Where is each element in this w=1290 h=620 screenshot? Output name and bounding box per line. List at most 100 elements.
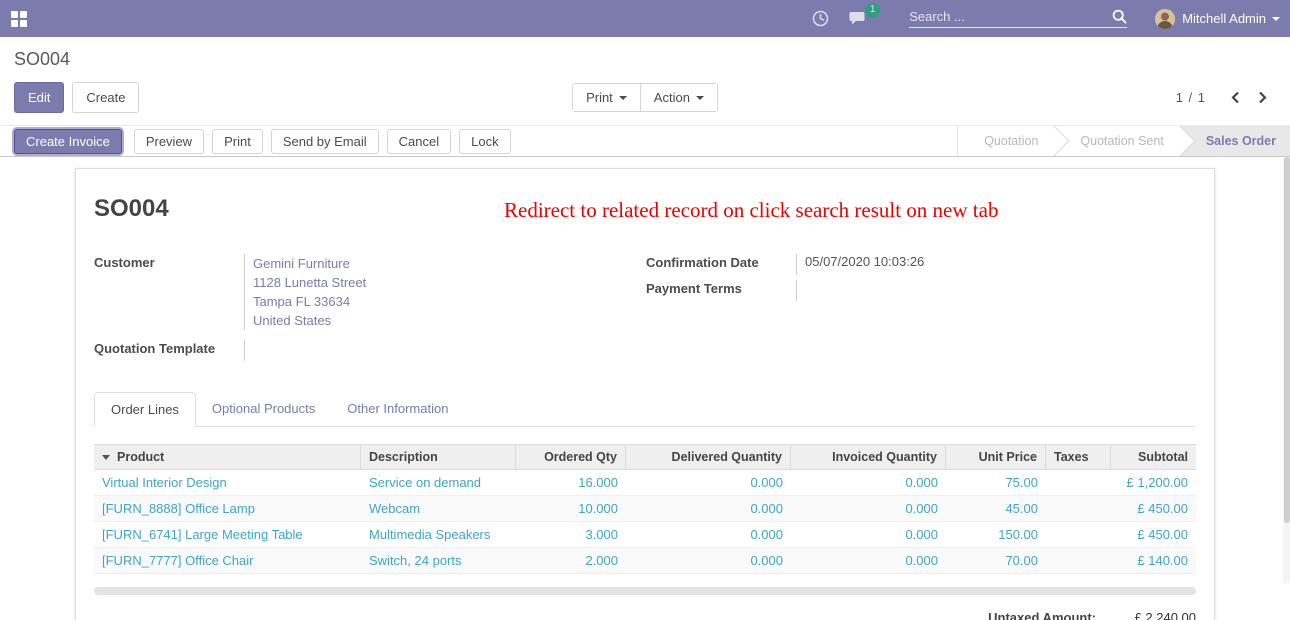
column-header-taxes[interactable]: Taxes <box>1046 445 1111 469</box>
action-dropdown[interactable]: Action <box>640 84 717 111</box>
chevron-down-icon <box>619 96 627 100</box>
untaxed-amount-label: Untaxed Amount: <box>988 610 1096 620</box>
column-header-ordered-qty[interactable]: Ordered Qty <box>516 445 626 469</box>
activities-clock-icon[interactable] <box>812 10 829 27</box>
sort-caret-icon <box>102 455 110 460</box>
breadcrumb: SO004 <box>14 49 1276 70</box>
payment-terms-label: Payment Terms <box>646 280 796 301</box>
table-row[interactable]: [FURN_8888] Office Lamp Webcam 10.000 0.… <box>94 496 1196 522</box>
field-groups: Customer Gemini Furniture 1128 Lunetta S… <box>94 254 1196 366</box>
scrollbar-thumb[interactable] <box>1284 157 1290 523</box>
control-panel: SO004 Edit Create Print Action 1 / 1 <box>0 37 1290 113</box>
action-dropdowns: Print Action <box>572 83 718 112</box>
cell-delivered-quantity: 0.000 <box>626 522 791 547</box>
control-panel-buttons: Edit Create Print Action 1 / 1 <box>14 82 1276 113</box>
cell-invoiced-quantity: 0.000 <box>791 548 946 573</box>
confirmation-date-value[interactable]: 05/07/2020 10:03:26 <box>796 254 1196 275</box>
status-step-quotation[interactable]: Quotation <box>957 126 1054 156</box>
table-row[interactable]: Virtual Interior Design Service on deman… <box>94 470 1196 496</box>
cell-delivered-quantity: 0.000 <box>626 548 791 573</box>
user-name: Mitchell Admin <box>1182 11 1266 26</box>
messages-count-badge: 1 <box>865 3 880 18</box>
cancel-button[interactable]: Cancel <box>387 129 451 154</box>
status-steps: Quotation Quotation Sent Sales Order <box>957 126 1290 156</box>
column-header-unit-price[interactable]: Unit Price <box>946 445 1046 469</box>
cell-product: [FURN_8888] Office Lamp <box>94 496 361 521</box>
pager-previous-icon[interactable] <box>1222 87 1249 108</box>
column-header-description[interactable]: Description <box>361 445 516 469</box>
table-row[interactable]: [FURN_7777] Office Chair Switch, 24 port… <box>94 548 1196 574</box>
quotation-template-value[interactable] <box>244 340 646 361</box>
user-menu[interactable]: Mitchell Admin <box>1155 9 1280 29</box>
status-step-sales-order[interactable]: Sales Order <box>1180 126 1290 156</box>
cell-invoiced-quantity: 0.000 <box>791 496 946 521</box>
cell-product: Virtual Interior Design <box>94 470 361 495</box>
cell-subtotal: £ 1,200.00 <box>1111 470 1196 495</box>
cell-description: Switch, 24 ports <box>361 548 516 573</box>
chevron-down-icon <box>1272 17 1280 21</box>
customer-value[interactable]: Gemini Furniture 1128 Lunetta Street Tam… <box>244 254 646 330</box>
apps-menu-icon[interactable] <box>11 11 27 27</box>
sales-order-sheet: SO004 Redirect to related record on clic… <box>75 168 1215 620</box>
cell-unit-price: 75.00 <box>946 470 1046 495</box>
column-header-invoiced-quantity[interactable]: Invoiced Quantity <box>791 445 946 469</box>
user-avatar <box>1155 9 1175 29</box>
cell-taxes <box>1046 548 1111 573</box>
cell-product: [FURN_6741] Large Meeting Table <box>94 522 361 547</box>
table-header: Product Description Ordered Qty Delivere… <box>94 444 1196 470</box>
payment-terms-value[interactable] <box>796 280 1196 301</box>
customer-label: Customer <box>94 254 244 330</box>
chevron-down-icon <box>696 96 704 100</box>
cell-delivered-quantity: 0.000 <box>626 470 791 495</box>
print-button[interactable]: Print <box>212 129 263 154</box>
odoo-app-window: 1 Mitchell Admin SO004 Edit Create Print <box>0 0 1290 620</box>
form-view-content: SO004 Redirect to related record on clic… <box>0 157 1290 583</box>
status-step-quotation-sent[interactable]: Quotation Sent <box>1054 126 1179 156</box>
tab-other-information[interactable]: Other Information <box>331 392 464 427</box>
cell-subtotal: £ 140.00 <box>1111 548 1196 573</box>
statusbar: Create Invoice Preview Print Send by Ema… <box>0 125 1290 157</box>
send-by-email-button[interactable]: Send by Email <box>271 129 379 154</box>
create-invoice-button[interactable]: Create Invoice <box>14 129 122 154</box>
cell-delivered-quantity: 0.000 <box>626 496 791 521</box>
search-icon[interactable] <box>1112 9 1127 24</box>
quotation-template-label: Quotation Template <box>94 340 244 361</box>
search-input[interactable] <box>909 9 1112 24</box>
cell-unit-price: 70.00 <box>946 548 1046 573</box>
tab-order-lines[interactable]: Order Lines <box>94 392 196 427</box>
notebook-tabs: Order Lines Optional Products Other Info… <box>94 392 1196 427</box>
table-row[interactable]: [FURN_6741] Large Meeting Table Multimed… <box>94 522 1196 548</box>
lock-button[interactable]: Lock <box>459 129 510 154</box>
cell-taxes <box>1046 470 1111 495</box>
cell-unit-price: 150.00 <box>946 522 1046 547</box>
record-pager: 1 / 1 <box>1176 87 1276 108</box>
cell-description: Webcam <box>361 496 516 521</box>
column-header-product[interactable]: Product <box>94 445 361 469</box>
cell-subtotal: £ 450.00 <box>1111 522 1196 547</box>
cell-description: Multimedia Speakers <box>361 522 516 547</box>
cell-product: [FURN_7777] Office Chair <box>94 548 361 573</box>
cell-taxes <box>1046 496 1111 521</box>
column-header-delivered-quantity[interactable]: Delivered Quantity <box>626 445 791 469</box>
table-horizontal-scrollbar[interactable] <box>94 587 1196 595</box>
edit-button[interactable]: Edit <box>14 82 64 113</box>
create-button[interactable]: Create <box>72 82 139 113</box>
untaxed-amount-value: £ 2,240.00 <box>1096 610 1196 620</box>
pager-count: 1 / 1 <box>1176 90 1206 105</box>
top-navbar: 1 Mitchell Admin <box>0 0 1290 37</box>
content-vertical-scrollbar[interactable] <box>1283 157 1290 583</box>
column-header-subtotal[interactable]: Subtotal <box>1111 445 1196 469</box>
pager-next-icon[interactable] <box>1249 87 1276 108</box>
confirmation-date-label: Confirmation Date <box>646 254 796 275</box>
tab-optional-products[interactable]: Optional Products <box>196 392 331 427</box>
cell-invoiced-quantity: 0.000 <box>791 522 946 547</box>
messages-icon[interactable]: 1 <box>849 10 869 27</box>
preview-button[interactable]: Preview <box>134 129 204 154</box>
cell-subtotal: £ 450.00 <box>1111 496 1196 521</box>
cell-unit-price: 45.00 <box>946 496 1046 521</box>
print-dropdown[interactable]: Print <box>573 84 640 111</box>
cell-ordered-qty: 2.000 <box>516 548 626 573</box>
cell-ordered-qty: 10.000 <box>516 496 626 521</box>
annotation-note: Redirect to related record on click sear… <box>504 198 998 223</box>
cell-description: Service on demand <box>361 470 516 495</box>
